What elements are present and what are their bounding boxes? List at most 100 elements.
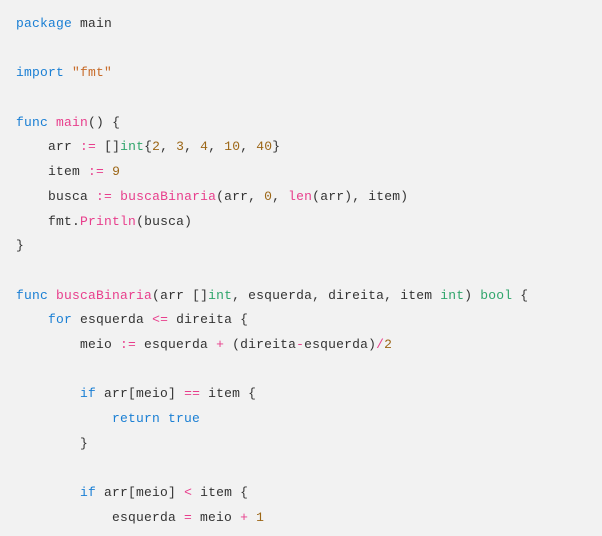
- indent: [16, 436, 80, 451]
- comma: ,: [232, 288, 248, 303]
- comma: ,: [248, 189, 264, 204]
- pkg-fmt: fmt: [48, 214, 72, 229]
- expr: item {: [200, 386, 256, 401]
- indent: [16, 189, 48, 204]
- func-len: len: [288, 189, 312, 204]
- space: [96, 139, 104, 154]
- comma: ,: [352, 189, 368, 204]
- space: [72, 312, 80, 327]
- arg: arr: [320, 189, 344, 204]
- paren-close: ): [184, 214, 192, 229]
- keyword-func: func: [16, 115, 48, 130]
- number: 2: [152, 139, 160, 154]
- arg: arr: [224, 189, 248, 204]
- op-assign: :=: [88, 164, 104, 179]
- var-busca: busca: [48, 189, 96, 204]
- indent: [16, 312, 48, 327]
- indent: [16, 337, 80, 352]
- comma: ,: [272, 189, 288, 204]
- paren-open: (: [152, 288, 160, 303]
- func-call: buscaBinaria: [120, 189, 216, 204]
- number: 0: [264, 189, 272, 204]
- package-name: main: [80, 16, 112, 31]
- expr: (direita: [224, 337, 296, 352]
- number: 10: [224, 139, 240, 154]
- comma: ,: [184, 139, 200, 154]
- op-assign: :=: [80, 139, 96, 154]
- space: [96, 485, 104, 500]
- func-println: Println: [80, 214, 136, 229]
- keyword-package: package: [16, 16, 72, 31]
- number: 9: [112, 164, 120, 179]
- expr: direita {: [168, 312, 248, 327]
- comma: ,: [312, 288, 328, 303]
- indent: [16, 164, 48, 179]
- arg: item: [368, 189, 400, 204]
- dot: .: [72, 214, 80, 229]
- op-assign: :=: [96, 189, 112, 204]
- var-meio: meio: [80, 337, 120, 352]
- keyword-func: func: [16, 288, 48, 303]
- param: direita: [328, 288, 384, 303]
- slice-brackets: []: [104, 139, 120, 154]
- indent: [16, 386, 80, 401]
- comma: ,: [160, 139, 176, 154]
- type-int: int: [208, 288, 232, 303]
- expr: arr[meio]: [104, 485, 184, 500]
- indent: [16, 139, 48, 154]
- indent: [16, 214, 48, 229]
- param: arr: [160, 288, 192, 303]
- op-plus: +: [240, 510, 248, 525]
- space: [112, 189, 120, 204]
- type-int: int: [440, 288, 464, 303]
- paren-open: (: [216, 189, 224, 204]
- number: 3: [176, 139, 184, 154]
- brace-open: {: [144, 139, 152, 154]
- var-arr: arr: [48, 139, 80, 154]
- paren-open: (: [312, 189, 320, 204]
- paren-open: (: [136, 214, 144, 229]
- number: 4: [200, 139, 208, 154]
- keyword-if: if: [80, 386, 96, 401]
- op-lt: <: [184, 485, 192, 500]
- param: esquerda: [248, 288, 312, 303]
- brace-close: }: [272, 139, 280, 154]
- keyword-import: import: [16, 65, 64, 80]
- import-path: "fmt": [72, 65, 112, 80]
- brace-open: {: [512, 288, 528, 303]
- number: 40: [256, 139, 272, 154]
- indent: [16, 411, 112, 426]
- expr: esquerda: [80, 312, 152, 327]
- op-plus: +: [216, 337, 224, 352]
- type-int: int: [120, 139, 144, 154]
- space: [96, 386, 104, 401]
- code-block: package main import "fmt" func main() { …: [16, 12, 586, 530]
- number: 1: [256, 510, 264, 525]
- op-minus: -: [296, 337, 304, 352]
- number: 2: [384, 337, 392, 352]
- expr: item {: [192, 485, 248, 500]
- paren-close: ): [400, 189, 408, 204]
- brace-close: }: [80, 436, 88, 451]
- op-eq: ==: [184, 386, 200, 401]
- space: [104, 164, 112, 179]
- op-div: /: [376, 337, 384, 352]
- indent: [16, 510, 112, 525]
- expr: esquerda: [136, 337, 216, 352]
- op-assign: :=: [120, 337, 136, 352]
- keyword-return: return: [112, 411, 160, 426]
- func-buscabinaria: buscaBinaria: [56, 288, 152, 303]
- expr: meio: [192, 510, 240, 525]
- comma: ,: [208, 139, 224, 154]
- expr: esquerda): [304, 337, 376, 352]
- param: item: [400, 288, 440, 303]
- space: [160, 411, 168, 426]
- expr: esquerda: [112, 510, 184, 525]
- func-main: main: [56, 115, 88, 130]
- brace-open: {: [104, 115, 120, 130]
- indent: [16, 485, 80, 500]
- expr: arr[meio]: [104, 386, 184, 401]
- var-item: item: [48, 164, 88, 179]
- comma: ,: [384, 288, 400, 303]
- parens: (): [88, 115, 104, 130]
